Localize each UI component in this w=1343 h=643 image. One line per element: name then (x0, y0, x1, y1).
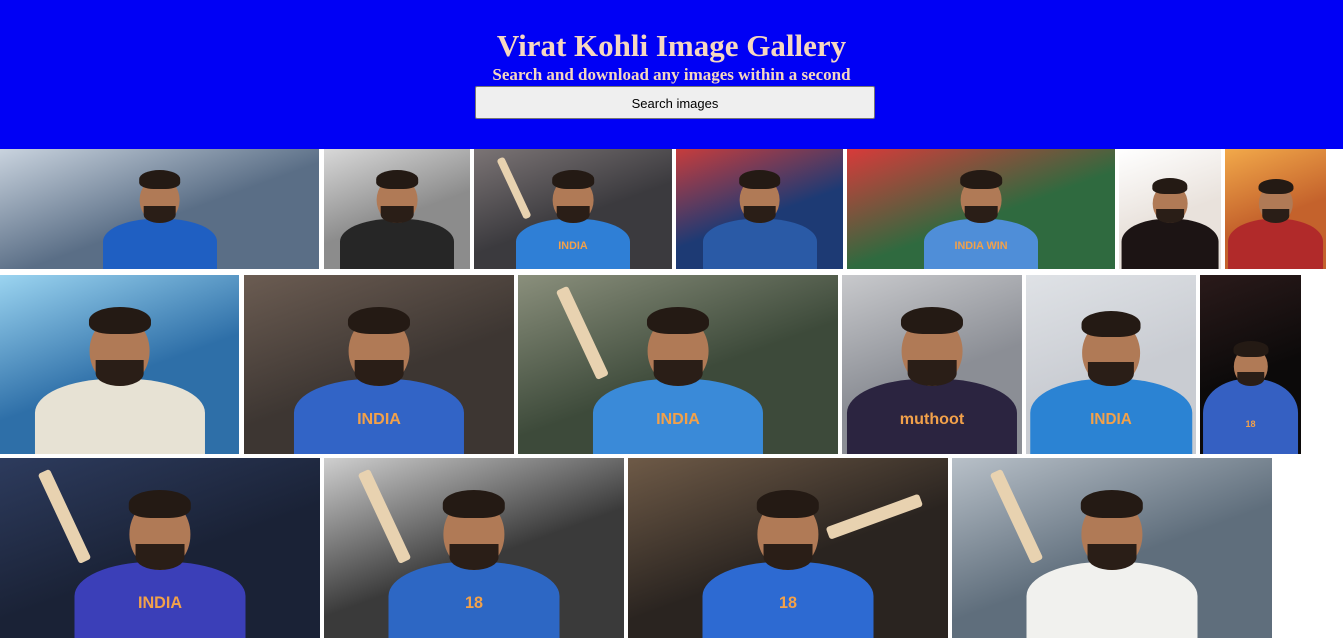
player-beard (964, 206, 998, 224)
player-beard (556, 206, 590, 224)
player-beard (449, 543, 499, 570)
player-hair (1080, 490, 1144, 518)
player-beard (653, 360, 703, 386)
gallery-image[interactable] (0, 275, 239, 454)
player-beard (1156, 208, 1184, 224)
jersey-text: 18 (778, 593, 798, 612)
player-hair (900, 306, 964, 335)
player-jersey (1202, 378, 1299, 454)
jersey-text: INDIA (558, 240, 588, 253)
player-jersey (1026, 562, 1198, 638)
player-hair (738, 170, 781, 189)
gallery-image[interactable] (1225, 149, 1326, 269)
player-beard (95, 360, 144, 386)
gallery-image[interactable] (676, 149, 843, 269)
jersey-text: INDIA (357, 409, 401, 428)
gallery-image[interactable]: 18 (1200, 275, 1301, 454)
page-header: Virat Kohli Image Gallery Search and dow… (0, 0, 1343, 149)
jersey-text: muthoot (899, 409, 965, 428)
player-jersey (340, 218, 454, 269)
gallery-image[interactable]: INDIA (244, 275, 514, 454)
player-beard (354, 360, 404, 386)
player-beard (907, 360, 957, 386)
gallery-image[interactable] (1119, 149, 1221, 269)
gallery-image[interactable]: INDIA WIN (847, 149, 1115, 269)
jersey-text: 18 (1245, 418, 1256, 429)
gallery-image[interactable]: INDIA (518, 275, 838, 454)
jersey-text: INDIA WIN (954, 240, 1008, 253)
player-hair (347, 306, 411, 335)
player-beard (380, 206, 414, 224)
player-hair (376, 170, 418, 189)
player-hair (552, 170, 594, 189)
player-beard (763, 543, 813, 570)
player-jersey (34, 378, 205, 454)
gallery-image[interactable]: INDIA (0, 458, 320, 638)
player-hair (1257, 178, 1294, 195)
player-beard (1087, 543, 1137, 570)
gallery-image[interactable] (0, 149, 319, 269)
player-hair (1081, 310, 1141, 337)
player-hair (1232, 341, 1269, 357)
player-beard (135, 543, 185, 570)
jersey-text: 18 (464, 593, 484, 612)
gallery-image[interactable] (324, 149, 470, 269)
gallery-image[interactable]: muthoot (842, 275, 1022, 454)
gallery-image[interactable] (952, 458, 1272, 638)
jersey-text: INDIA (656, 409, 700, 428)
player-hair (960, 170, 1002, 189)
jersey-text: INDIA (1090, 410, 1132, 428)
search-images-button[interactable]: Search images (475, 86, 875, 119)
player-hair (646, 306, 710, 335)
player-hair (1152, 178, 1188, 194)
jersey-text: INDIA (137, 593, 183, 612)
player-beard (743, 206, 776, 224)
gallery-image[interactable]: INDIA (1026, 275, 1196, 454)
gallery-image[interactable]: 18 (628, 458, 948, 638)
player-jersey (1227, 218, 1324, 269)
player-hair (756, 490, 820, 518)
gallery-image[interactable]: INDIA (474, 149, 672, 269)
player-jersey (1121, 218, 1219, 269)
page-title: Virat Kohli Image Gallery (496, 28, 847, 63)
player-hair (128, 490, 192, 518)
player-jersey (702, 218, 817, 269)
player-jersey (102, 218, 217, 269)
player-hair (442, 490, 506, 518)
gallery-image[interactable]: 18 (324, 458, 624, 638)
player-hair (138, 170, 181, 189)
player-hair (88, 306, 151, 335)
page-subtitle: Search and download any images within a … (492, 65, 851, 84)
player-beard (143, 206, 176, 224)
